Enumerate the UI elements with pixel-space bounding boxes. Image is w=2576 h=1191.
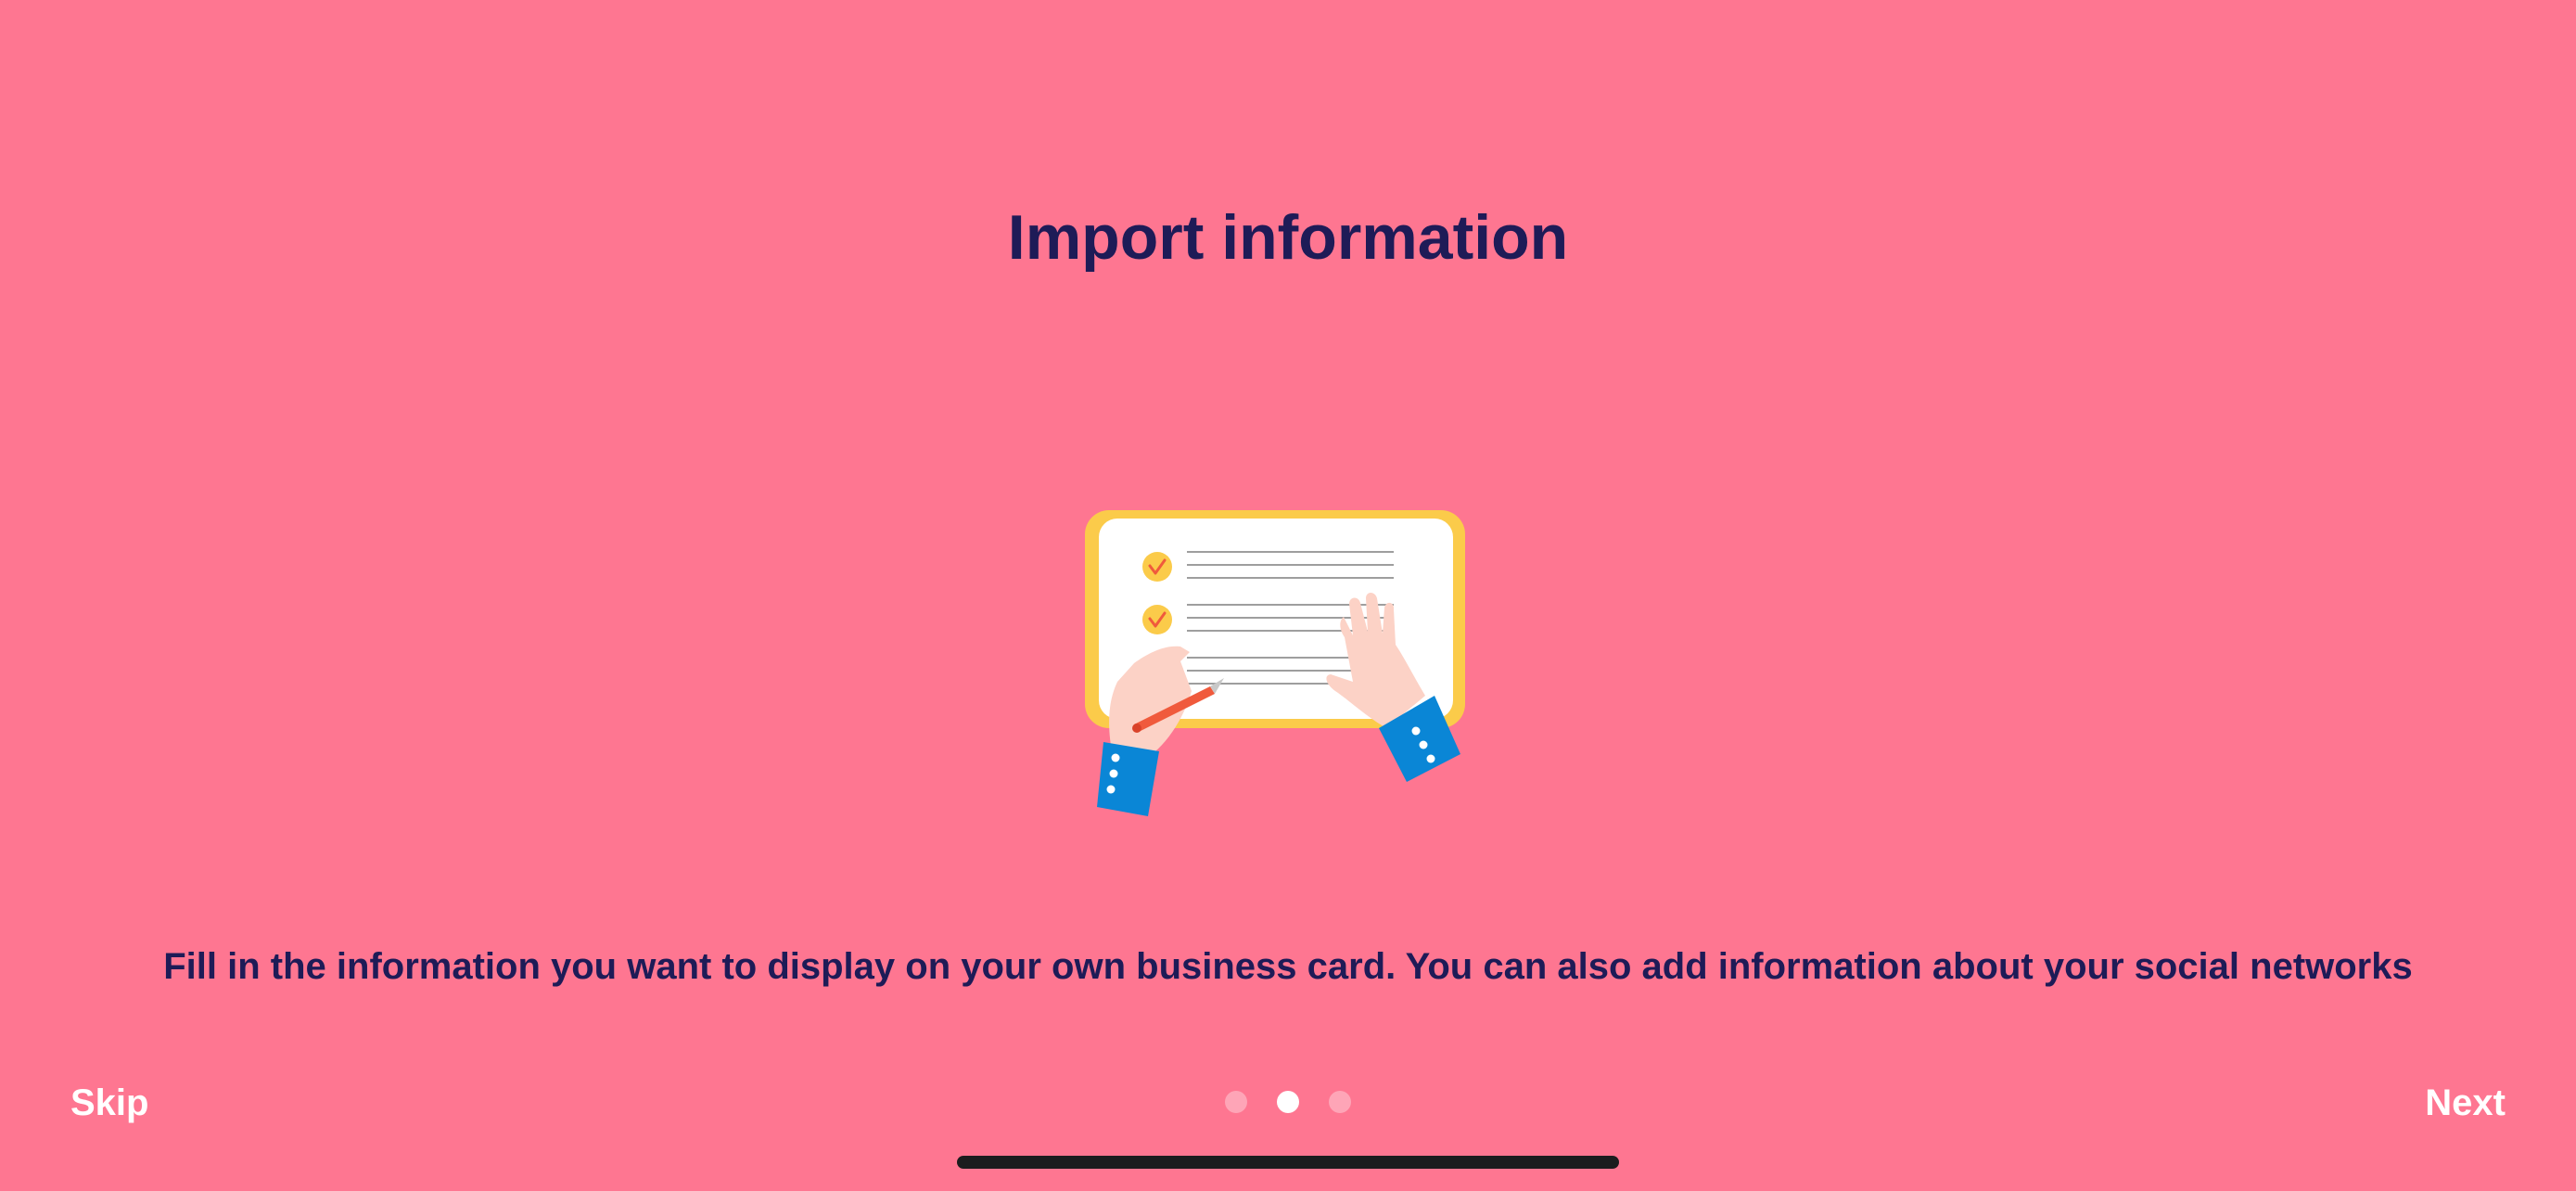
page-dot[interactable]	[1329, 1091, 1351, 1113]
checklist-hands-illustration	[1085, 510, 1465, 816]
page-dot[interactable]	[1225, 1091, 1247, 1113]
page-indicator	[1225, 1091, 1351, 1113]
check-icon	[1142, 552, 1172, 582]
page-title: Import information	[1007, 202, 1569, 273]
page-description: Fill in the information you want to disp…	[163, 946, 2413, 987]
check-icon	[1142, 605, 1172, 634]
home-indicator[interactable]	[957, 1156, 1619, 1169]
next-button[interactable]: Next	[2425, 1076, 2506, 1130]
page-dot-active[interactable]	[1277, 1091, 1299, 1113]
skip-button[interactable]: Skip	[70, 1076, 148, 1130]
